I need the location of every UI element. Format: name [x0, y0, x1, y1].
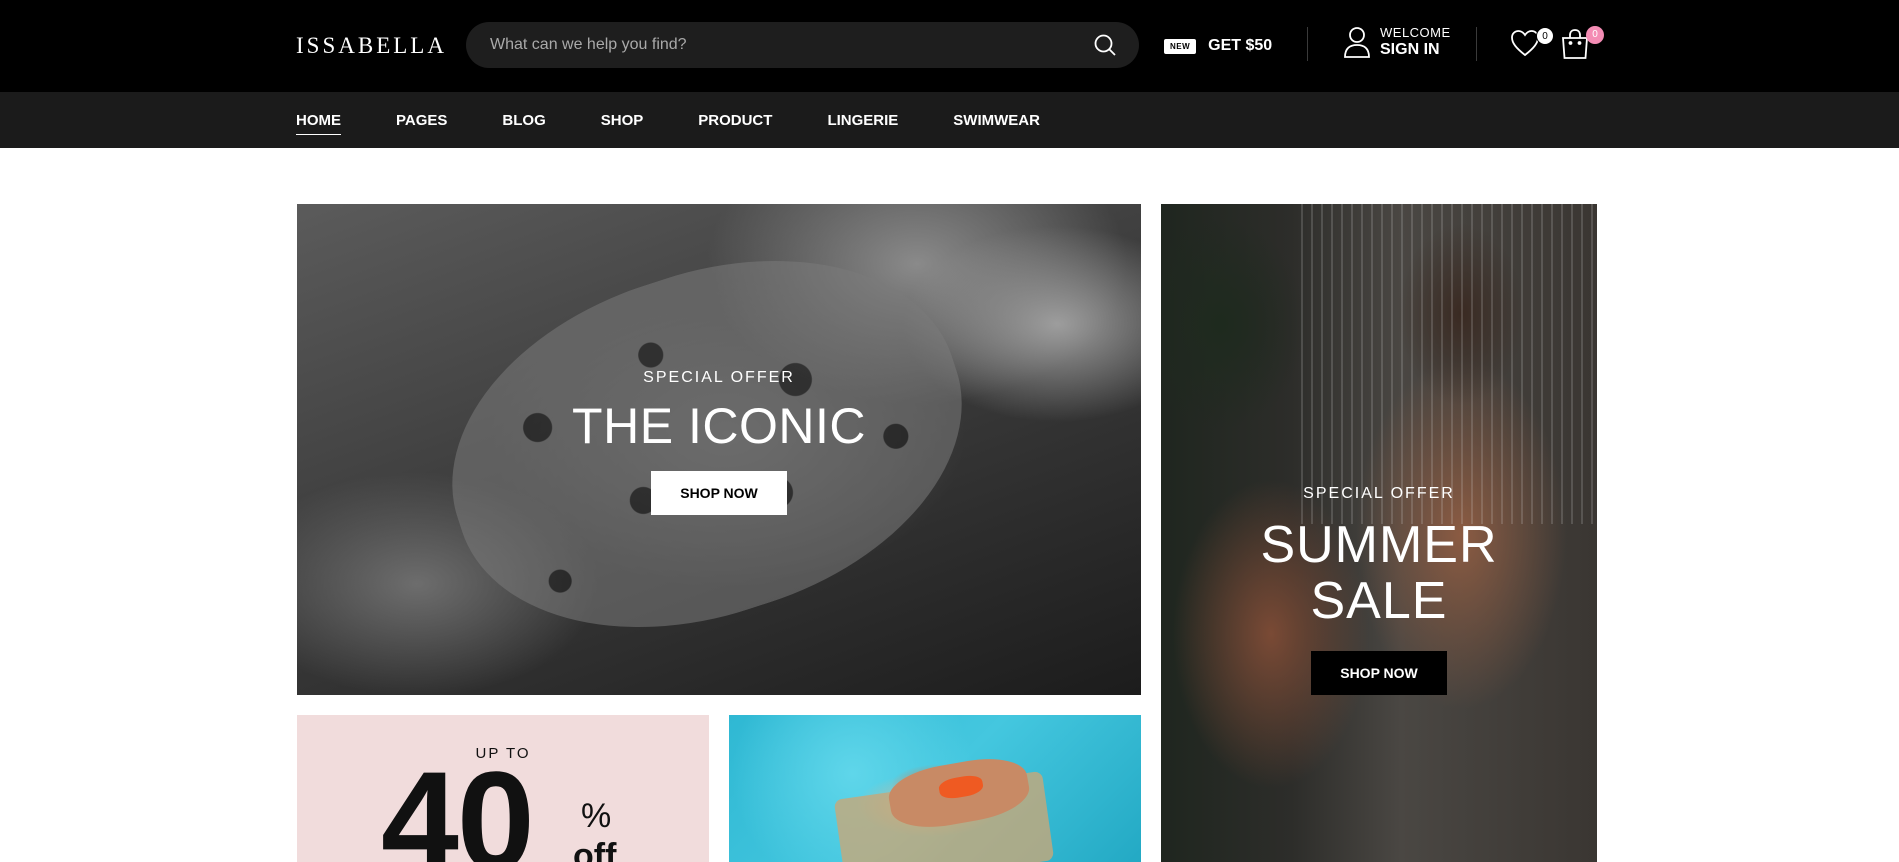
banner-eyebrow: SPECIAL OFFER — [1303, 485, 1455, 502]
banner-title: THE ICONIC — [572, 398, 866, 454]
nav-item-home[interactable]: HOME — [296, 112, 341, 135]
search-icon[interactable] — [1093, 33, 1117, 57]
sign-in-label[interactable]: SIGN IN — [1380, 42, 1451, 58]
top-header: ISSABELLA NEW GET $50 WELCOME SIGN IN 0 — [0, 0, 1899, 92]
banner-title: SUMMER SALE — [1161, 517, 1597, 629]
new-badge: NEW — [1164, 38, 1197, 54]
wishlist-count-badge: 0 — [1536, 27, 1554, 45]
account-link[interactable]: WELCOME SIGN IN — [1342, 26, 1451, 58]
header-divider — [1476, 27, 1477, 61]
sale-percent-sign: % — [581, 797, 612, 835]
sale-percentage-number: 40 — [381, 742, 535, 862]
nav-item-lingerie[interactable]: LINGERIE — [827, 112, 898, 129]
nav-item-swimwear[interactable]: SWIMWEAR — [953, 112, 1040, 129]
user-icon — [1344, 27, 1370, 58]
banner-title-line2: SALE — [1310, 572, 1448, 630]
wishlist-button[interactable]: 0 — [1510, 27, 1554, 57]
promo-offer[interactable]: NEW GET $50 — [1164, 36, 1272, 56]
account-welcome: WELCOME — [1380, 25, 1451, 40]
banner-summer-content: SPECIAL OFFER SUMMER SALE SHOP NOW — [1161, 485, 1597, 695]
shop-now-button[interactable]: SHOP NOW — [1311, 651, 1447, 695]
nav-item-product[interactable]: PRODUCT — [698, 112, 772, 129]
account-text: WELCOME SIGN IN — [1380, 26, 1451, 58]
nav-item-shop[interactable]: SHOP — [601, 112, 644, 129]
shop-now-button[interactable]: SHOP NOW — [651, 471, 787, 515]
cart-count-badge: 0 — [1586, 26, 1604, 44]
search-bar — [466, 22, 1139, 68]
promo-text: GET $50 — [1208, 37, 1273, 54]
sale-off-label: off — [573, 837, 617, 862]
banner-the-iconic[interactable]: SPECIAL OFFER THE ICONIC SHOP NOW — [297, 204, 1141, 695]
banner-eyebrow: SPECIAL OFFER — [643, 369, 795, 386]
nav-item-blog[interactable]: BLOG — [502, 112, 545, 129]
header-divider — [1307, 27, 1308, 61]
cart-button[interactable]: 0 — [1560, 26, 1604, 60]
banner-image-models — [1301, 204, 1597, 524]
site-logo[interactable]: ISSABELLA — [296, 33, 447, 59]
banner-title-line1: SUMMER — [1260, 516, 1498, 574]
banner-sale-40[interactable]: UP TO 40 % off — [297, 715, 709, 862]
search-input[interactable] — [490, 22, 1090, 68]
banner-summer-sale[interactable]: SPECIAL OFFER SUMMER SALE SHOP NOW — [1161, 204, 1597, 862]
main-navigation: HOME PAGES BLOG SHOP PRODUCT LINGERIE SW… — [0, 92, 1899, 148]
nav-item-pages[interactable]: PAGES — [396, 112, 447, 129]
banner-iconic-content: SPECIAL OFFER THE ICONIC SHOP NOW — [297, 369, 1141, 515]
banner-pool-image[interactable] — [729, 715, 1141, 862]
